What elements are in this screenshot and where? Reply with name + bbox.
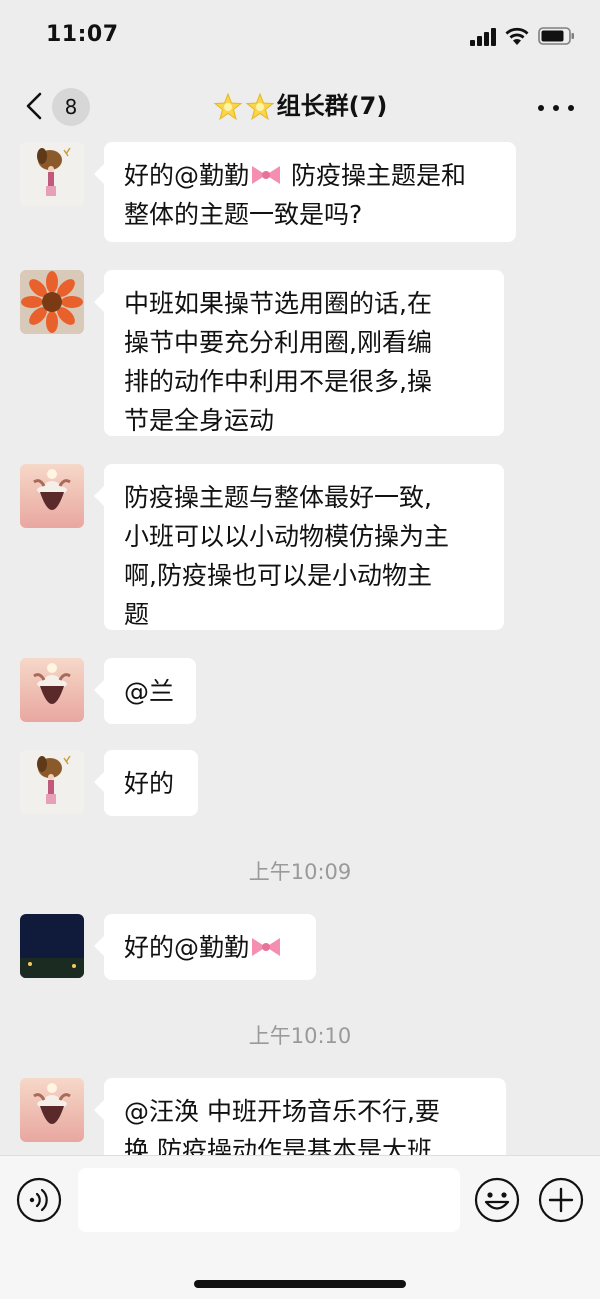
message-bubble[interactable]: @汪涣 中班开场音乐不行,要 换,防疫操动作是基本是大班 xyxy=(94,1078,506,1155)
page-title-text: 组长群(7) xyxy=(276,92,388,120)
unread-count-badge: 8 xyxy=(52,88,90,126)
plus-icon[interactable] xyxy=(538,1177,584,1223)
message-bubble[interactable]: 防疫操主题与整体最好一致, 小班可以以小动物模仿操为主 啊,防疫操也可以是小动物… xyxy=(94,464,504,630)
dog-drawing-avatar[interactable] xyxy=(20,142,84,206)
moon-night-avatar[interactable] xyxy=(20,914,84,978)
timestamp: 上午10:09 xyxy=(248,860,352,884)
ribbon-emoji-icon xyxy=(252,166,281,184)
message-bubble[interactable]: 好的@勤勤 防疫操主题是和 整体的主题一致是吗? xyxy=(94,142,516,242)
back-button[interactable]: 8 xyxy=(20,86,92,126)
chevron-left-icon xyxy=(26,92,42,120)
status-bar: 11:07 xyxy=(0,0,600,72)
sunset-girl-avatar[interactable] xyxy=(20,658,84,722)
timestamp: 上午10:10 xyxy=(248,1024,352,1048)
more-options-button[interactable] xyxy=(536,92,576,122)
message-text: 好的@勤勤 xyxy=(124,161,250,190)
sunset-girl-avatar[interactable] xyxy=(20,464,84,528)
star-emoji-icon xyxy=(213,92,243,121)
status-time: 11:07 xyxy=(46,22,119,47)
input-bar xyxy=(0,1155,600,1299)
dog-drawing-avatar[interactable] xyxy=(20,750,84,814)
page-title: 组长群(7) xyxy=(150,86,450,126)
emoji-icon[interactable] xyxy=(474,1177,520,1223)
message-text: 好的 xyxy=(124,769,175,798)
message-text: 防疫操主题与整体最好一致, 小班可以以小动物模仿操为主 啊,防疫操也可以是小动物… xyxy=(124,483,450,629)
message-text: 中班如果操节选用圈的话,在 操节中要充分利用圈,刚看编 排的动作中利用不是很多,… xyxy=(124,289,432,435)
message-bubble[interactable]: 好的@勤勤 xyxy=(94,914,316,980)
sunset-girl-avatar[interactable] xyxy=(20,1078,84,1142)
message-bubble[interactable]: @兰 xyxy=(94,658,196,724)
nav-bar: 8 组长群(7) xyxy=(0,72,600,142)
message-input[interactable] xyxy=(78,1168,460,1232)
chat-message-list[interactable]: 好的@勤勤 防疫操主题是和 整体的主题一致是吗? 中班如果操节选用圈的话,在 操… xyxy=(0,142,600,1155)
battery-icon xyxy=(538,27,574,45)
sunflower-avatar[interactable] xyxy=(20,270,84,334)
message-text: @兰 xyxy=(124,677,175,706)
message-bubble[interactable]: 中班如果操节选用圈的话,在 操节中要充分利用圈,刚看编 排的动作中利用不是很多,… xyxy=(94,270,504,436)
wifi-icon xyxy=(505,27,529,45)
home-indicator[interactable] xyxy=(194,1280,406,1288)
message-bubble[interactable]: 好的 xyxy=(94,750,198,816)
ribbon-emoji-icon xyxy=(252,938,281,956)
message-text: 好的@勤勤 xyxy=(124,933,250,962)
signal-icon xyxy=(470,28,498,46)
message-text: @汪涣 中班开场音乐不行,要 换,防疫操动作是基本是大班 xyxy=(124,1097,440,1155)
star-emoji-icon xyxy=(245,92,275,121)
voice-icon[interactable] xyxy=(16,1177,62,1223)
